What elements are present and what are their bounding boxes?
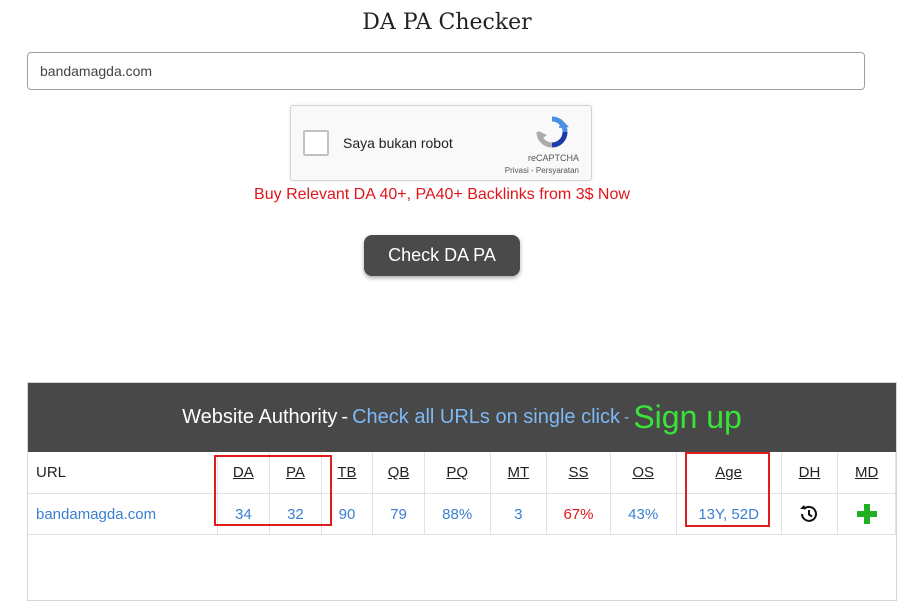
captcha-links[interactable]: Privasi - Persyaratan bbox=[505, 166, 579, 175]
sign-up-link[interactable]: Sign up bbox=[633, 399, 742, 436]
domain-input[interactable] bbox=[27, 52, 865, 90]
table-header-row: URL DA PA TB QB PQ MT SS OS Age DH MD bbox=[28, 452, 896, 494]
results-panel: Website Authority - Check all URLs on si… bbox=[27, 382, 897, 601]
promo-link[interactable]: Buy Relevant DA 40+, PA40+ Backlinks fro… bbox=[0, 186, 884, 204]
history-icon[interactable] bbox=[799, 504, 819, 524]
col-header-mt[interactable]: MT bbox=[490, 452, 548, 494]
col-header-da[interactable]: DA bbox=[217, 452, 271, 494]
row-mt: 3 bbox=[490, 493, 548, 535]
table-empty-row bbox=[28, 535, 896, 600]
row-os: 43% bbox=[610, 493, 677, 535]
col-header-dh[interactable]: DH bbox=[781, 452, 839, 494]
col-header-url: URL bbox=[28, 452, 218, 494]
row-da: 34 bbox=[217, 493, 271, 535]
row-pq: 88% bbox=[424, 493, 491, 535]
col-header-pq[interactable]: PQ bbox=[424, 452, 491, 494]
col-header-tb[interactable]: TB bbox=[321, 452, 374, 494]
header-dash: - bbox=[623, 408, 630, 426]
captcha-checkbox[interactable] bbox=[303, 130, 329, 156]
col-header-age[interactable]: Age bbox=[676, 452, 782, 494]
row-dh[interactable] bbox=[781, 493, 839, 535]
row-md[interactable] bbox=[837, 493, 896, 535]
row-ss: 67% bbox=[546, 493, 611, 535]
row-tb: 90 bbox=[321, 493, 374, 535]
captcha-label: Saya bukan robot bbox=[343, 135, 453, 151]
check-da-pa-button[interactable]: Check DA PA bbox=[364, 235, 520, 276]
row-age: 13Y, 52D bbox=[676, 493, 782, 535]
col-header-pa[interactable]: PA bbox=[269, 452, 322, 494]
col-header-md[interactable]: MD bbox=[837, 452, 896, 494]
results-header-title: Website Authority bbox=[182, 406, 338, 428]
col-header-os[interactable]: OS bbox=[610, 452, 677, 494]
col-header-qb[interactable]: QB bbox=[372, 452, 425, 494]
recaptcha-widget: Saya bukan robot reCAPTCHA Privasi - Per… bbox=[290, 105, 592, 181]
page-title: DA PA Checker bbox=[362, 10, 532, 35]
table-row: bandamagda.com 34 32 90 79 88% 3 67% 43%… bbox=[28, 493, 896, 535]
recaptcha-logo-icon bbox=[536, 116, 569, 148]
results-header: Website Authority - Check all URLs on si… bbox=[28, 383, 896, 452]
row-url[interactable]: bandamagda.com bbox=[28, 493, 218, 535]
plus-icon[interactable] bbox=[856, 503, 878, 525]
col-header-ss[interactable]: SS bbox=[546, 452, 611, 494]
row-qb: 79 bbox=[372, 493, 425, 535]
captcha-brand: reCAPTCHA bbox=[527, 153, 579, 163]
results-table: URL DA PA TB QB PQ MT SS OS Age DH MD ba… bbox=[28, 452, 896, 599]
header-separator: - bbox=[341, 406, 349, 428]
row-pa: 32 bbox=[269, 493, 322, 535]
check-all-urls-link[interactable]: Check all URLs on single click bbox=[352, 406, 620, 429]
